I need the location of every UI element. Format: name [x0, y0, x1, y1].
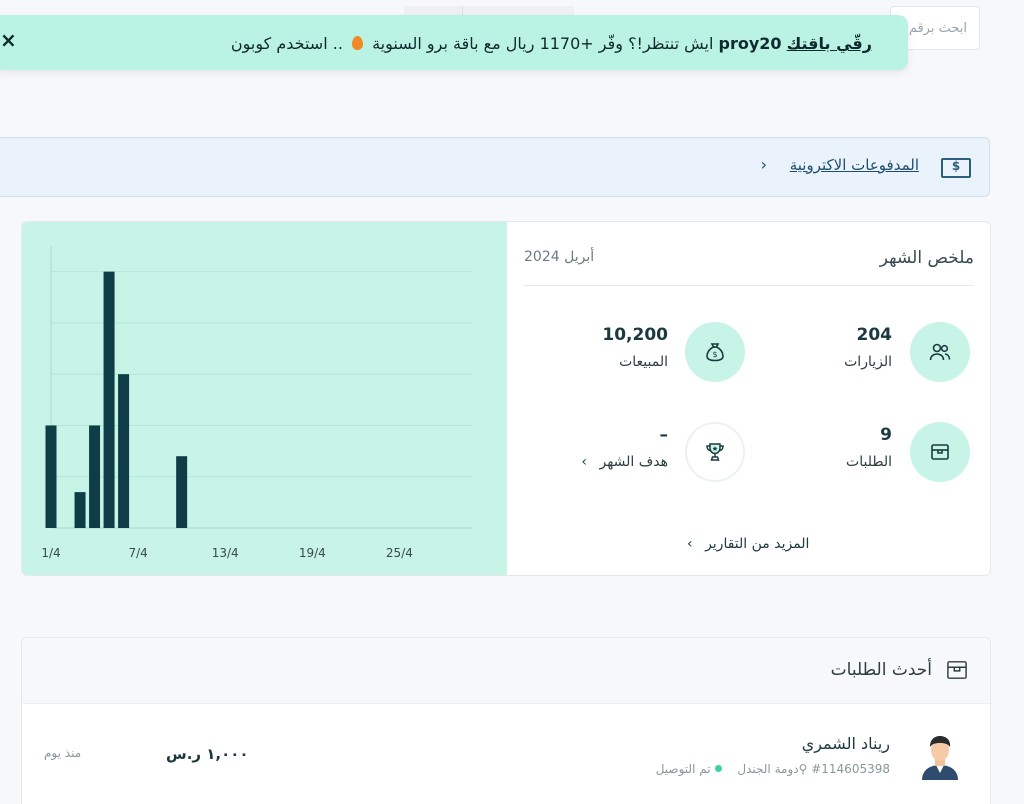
avatar — [922, 736, 958, 780]
month-summary-card: 1/4 7/4 13/4 19/4 25/4 ملخص الشهر أبريل 2024… — [21, 221, 991, 576]
close-icon[interactable]: × — [0, 30, 17, 50]
order-id: #114605398 — [811, 762, 890, 776]
summary-month: أبريل 2024 — [524, 249, 595, 265]
x-tick-label: 19/4 — [299, 546, 326, 560]
order-time: منذ يوم — [44, 746, 82, 760]
status-dot-icon — [714, 765, 722, 772]
coupon-code: proy20 — [718, 34, 782, 53]
svg-text:$: $ — [712, 350, 717, 359]
cash-icon — [941, 158, 971, 178]
more-reports-link[interactable]: المزيد من التقارير › — [687, 536, 809, 552]
goal-link[interactable]: هدف الشهر › — [581, 454, 668, 470]
chart-bar — [74, 492, 86, 528]
x-tick-label: 25/4 — [386, 546, 413, 560]
x-tick-label: 7/4 — [128, 546, 147, 560]
box-icon — [947, 661, 967, 679]
promo-text: رقّي باقتك proy20 ايش تنتظر!؟ وفّر +1170… — [230, 34, 872, 53]
stats-pane: ملخص الشهر أبريل 2024 204 الزيارات $ 10,… — [507, 222, 990, 575]
sales-value: 10,200 — [602, 325, 668, 345]
trophy-icon[interactable] — [685, 422, 745, 482]
orders-label: الطلبات — [846, 454, 892, 470]
order-meta: #114605398 ⚲دومة الجندل تم التوصيل — [656, 762, 890, 776]
goal-value: – — [659, 425, 669, 445]
order-location: دومة الجندل — [737, 762, 799, 776]
x-tick-label: 1/4 — [41, 546, 60, 560]
visits-value: 204 — [856, 325, 893, 345]
upgrade-link[interactable]: رقّي باقتك — [787, 34, 872, 53]
flame-icon — [352, 36, 363, 50]
chart-bar — [103, 271, 115, 528]
payments-bar[interactable]: المدفوعات الاكترونية › — [0, 137, 990, 197]
sales-label: المبيعات — [619, 354, 668, 370]
sales-chart: 1/4 7/4 13/4 19/4 25/4 — [22, 222, 507, 575]
money-bag-icon: $ — [685, 322, 745, 382]
order-amount: ١,٠٠٠ ر.س — [166, 745, 249, 763]
orders-header: أحدث الطلبات — [22, 638, 990, 704]
chevron-left-icon: › — [760, 155, 767, 174]
chart-bar — [89, 425, 101, 528]
promo-banner: رقّي باقتك proy20 ايش تنتظر!؟ وفّر +1170… — [0, 15, 908, 70]
users-icon — [910, 322, 970, 382]
chart-bar — [45, 425, 57, 528]
box-icon — [910, 422, 970, 482]
orders-value: 9 — [880, 425, 892, 445]
chart-svg: 1/4 7/4 13/4 19/4 25/4 — [41, 246, 472, 560]
payments-link[interactable]: المدفوعات الاكترونية — [790, 156, 919, 174]
latest-orders-card: أحدث الطلبات ريناد الشمري #114605398 ⚲دو… — [21, 637, 991, 804]
customer-name: ريناد الشمري — [801, 734, 890, 753]
order-status: تم التوصيل — [655, 762, 711, 776]
visits-label: الزيارات — [844, 354, 892, 370]
x-tick-label: 13/4 — [212, 546, 239, 560]
divider — [524, 285, 974, 286]
pin-icon: ⚲ — [798, 762, 808, 776]
summary-title: ملخص الشهر — [879, 248, 974, 268]
orders-title: أحدث الطلبات — [830, 660, 932, 680]
chart-bar — [118, 374, 130, 528]
chart-bar — [176, 456, 188, 528]
